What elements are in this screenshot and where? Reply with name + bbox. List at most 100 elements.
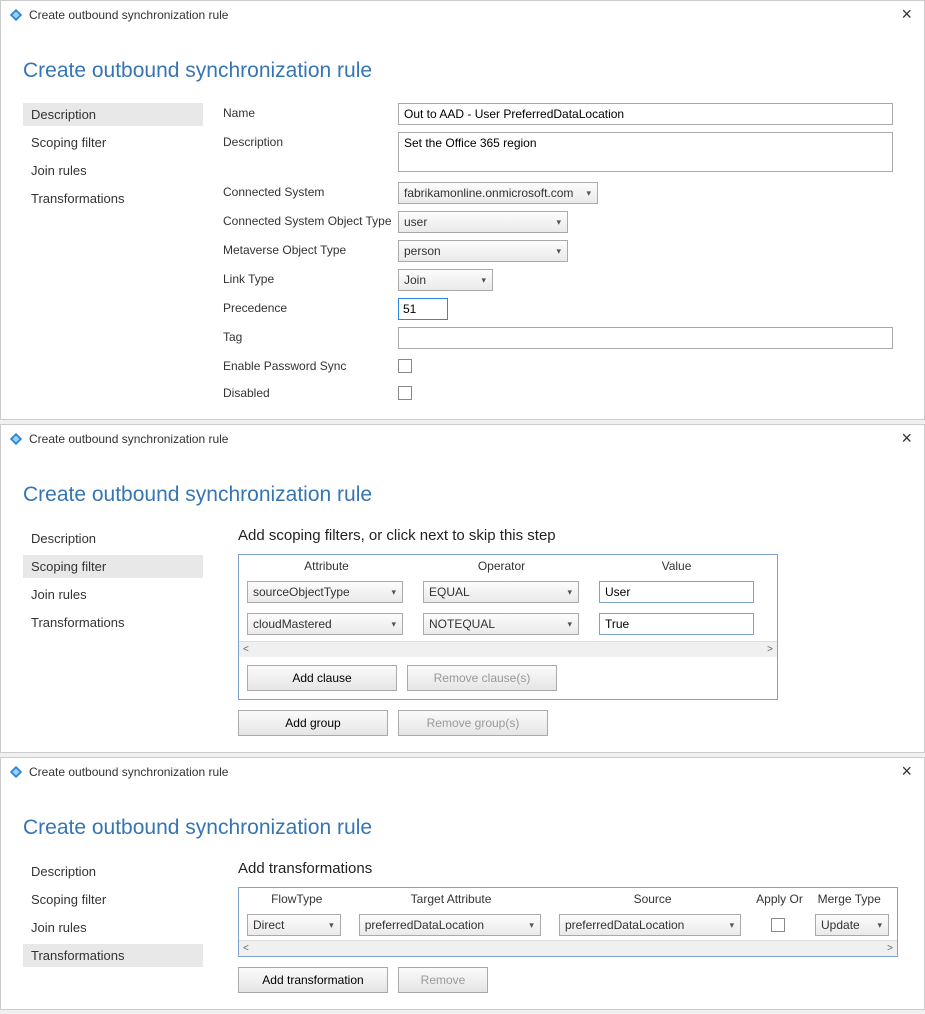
- remove-clause-button[interactable]: Remove clause(s): [407, 665, 557, 691]
- operator-select[interactable]: NOTEQUAL ▾: [423, 613, 579, 635]
- nav-description[interactable]: Description: [23, 527, 203, 550]
- value-input[interactable]: [599, 581, 754, 603]
- tag-input[interactable]: [398, 327, 893, 349]
- nav-transformations[interactable]: Transformations: [23, 944, 203, 967]
- value-input[interactable]: [599, 613, 754, 635]
- operator-value: EQUAL: [429, 585, 470, 599]
- merge-type-select[interactable]: Update ▾: [815, 914, 889, 936]
- nav-transformations[interactable]: Transformations: [23, 611, 203, 634]
- app-logo-icon: [9, 765, 23, 779]
- titlebar: Create outbound synchronization rule ×: [1, 425, 924, 453]
- label-connected-system: Connected System: [223, 182, 398, 199]
- col-value: Value: [589, 559, 764, 573]
- chevron-down-icon: ▾: [556, 217, 561, 228]
- app-logo-icon: [9, 8, 23, 22]
- enable-pw-sync-checkbox[interactable]: [398, 359, 412, 373]
- sidebar: Description Scoping filter Join rules Tr…: [23, 527, 203, 736]
- label-cs-object-type: Connected System Object Type: [223, 211, 398, 228]
- nav-description[interactable]: Description: [23, 103, 203, 126]
- precedence-input[interactable]: [398, 298, 448, 320]
- source-select[interactable]: preferredDataLocation ▾: [559, 914, 741, 936]
- chevron-down-icon: ▾: [391, 619, 396, 630]
- remove-group-button[interactable]: Remove group(s): [398, 710, 548, 736]
- scoping-table: Attribute Operator Value sourceObjectTyp…: [238, 554, 778, 700]
- nav-scoping-filter[interactable]: Scoping filter: [23, 555, 203, 578]
- name-input[interactable]: [398, 103, 893, 125]
- label-precedence: Precedence: [223, 298, 398, 315]
- titlebar: Create outbound synchronization rule ×: [1, 1, 924, 29]
- chevron-down-icon: ▾: [586, 188, 591, 199]
- transformations-heading: Add transformations: [238, 860, 902, 877]
- label-link-type: Link Type: [223, 269, 398, 286]
- mv-object-type-select[interactable]: person ▾: [398, 240, 568, 262]
- link-type-value: Join: [404, 273, 426, 287]
- sidebar: Description Scoping filter Join rules Tr…: [23, 103, 203, 403]
- close-icon[interactable]: ×: [895, 3, 918, 25]
- app-logo-icon: [9, 432, 23, 446]
- add-transformation-button[interactable]: Add transformation: [238, 967, 388, 993]
- attribute-select[interactable]: cloudMastered ▾: [247, 613, 403, 635]
- horizontal-scrollbar[interactable]: <>: [239, 940, 897, 956]
- flowtype-select[interactable]: Direct▾: [247, 914, 341, 936]
- sidebar: Description Scoping filter Join rules Tr…: [23, 860, 203, 993]
- chevron-down-icon: ▾: [730, 920, 735, 931]
- titlebar: Create outbound synchronization rule ×: [1, 758, 924, 786]
- scoping-row: sourceObjectType ▾ EQUAL ▾: [239, 579, 777, 605]
- col-source: Source: [556, 892, 750, 906]
- col-attribute: Attribute: [239, 559, 414, 573]
- scoping-row: cloudMastered ▾ NOTEQUAL ▾: [239, 611, 777, 637]
- nav-transformations[interactable]: Transformations: [23, 187, 203, 210]
- chevron-down-icon: ▾: [481, 275, 486, 286]
- col-operator: Operator: [414, 559, 589, 573]
- add-clause-button[interactable]: Add clause: [247, 665, 397, 691]
- close-icon[interactable]: ×: [895, 427, 918, 449]
- nav-scoping-filter[interactable]: Scoping filter: [23, 888, 203, 911]
- connected-system-value: fabrikamonline.onmicrosoft.com: [404, 186, 573, 200]
- transformations-content: Add transformations FlowType Target Attr…: [203, 860, 902, 993]
- source-value: preferredDataLocation: [565, 918, 684, 932]
- link-type-select[interactable]: Join ▾: [398, 269, 493, 291]
- mv-object-type-value: person: [404, 244, 441, 258]
- scroll-left-icon: <: [243, 943, 249, 954]
- chevron-down-icon: ▾: [567, 587, 572, 598]
- disabled-checkbox[interactable]: [398, 386, 412, 400]
- remove-transformation-button[interactable]: Remove: [398, 967, 488, 993]
- cs-object-type-select[interactable]: user ▾: [398, 211, 568, 233]
- target-value: preferredDataLocation: [365, 918, 484, 932]
- description-input[interactable]: Set the Office 365 region: [398, 132, 893, 172]
- panel-description: Create outbound synchronization rule × C…: [0, 0, 925, 420]
- connected-system-select[interactable]: fabrikamonline.onmicrosoft.com ▾: [398, 182, 598, 204]
- apply-once-checkbox[interactable]: [771, 918, 785, 932]
- col-merge: Merge Type: [809, 892, 889, 906]
- chevron-down-icon: ▾: [877, 920, 882, 931]
- transformation-row: Direct▾ preferredDataLocation▾ preferred…: [239, 912, 897, 940]
- attribute-select[interactable]: sourceObjectType ▾: [247, 581, 403, 603]
- chevron-down-icon: ▾: [556, 246, 561, 257]
- operator-value: NOTEQUAL: [429, 617, 495, 631]
- operator-select[interactable]: EQUAL ▾: [423, 581, 579, 603]
- window-title: Create outbound synchronization rule: [29, 432, 228, 446]
- add-group-button[interactable]: Add group: [238, 710, 388, 736]
- flowtype-value: Direct: [253, 918, 284, 932]
- label-mv-object-type: Metaverse Object Type: [223, 240, 398, 257]
- label-description: Description: [223, 132, 398, 149]
- label-enable-pw-sync: Enable Password Sync: [223, 356, 398, 373]
- nav-join-rules[interactable]: Join rules: [23, 916, 203, 939]
- chevron-down-icon: ▾: [567, 619, 572, 630]
- horizontal-scrollbar[interactable]: <>: [239, 641, 777, 657]
- transformations-table: FlowType Target Attribute Source Apply O…: [238, 887, 898, 957]
- target-attribute-select[interactable]: preferredDataLocation ▾: [359, 914, 541, 936]
- nav-join-rules[interactable]: Join rules: [23, 583, 203, 606]
- chevron-down-icon: ▾: [529, 920, 534, 931]
- label-tag: Tag: [223, 327, 398, 344]
- nav-description[interactable]: Description: [23, 860, 203, 883]
- merge-value: Update: [821, 918, 860, 932]
- attribute-value: cloudMastered: [253, 617, 332, 631]
- description-form: Name Description Set the Office 365 regi…: [203, 103, 902, 403]
- panel-scoping: Create outbound synchronization rule × C…: [0, 424, 925, 753]
- nav-scoping-filter[interactable]: Scoping filter: [23, 131, 203, 154]
- close-icon[interactable]: ×: [895, 760, 918, 782]
- attribute-value: sourceObjectType: [253, 585, 350, 599]
- chevron-down-icon: ▾: [391, 587, 396, 598]
- nav-join-rules[interactable]: Join rules: [23, 159, 203, 182]
